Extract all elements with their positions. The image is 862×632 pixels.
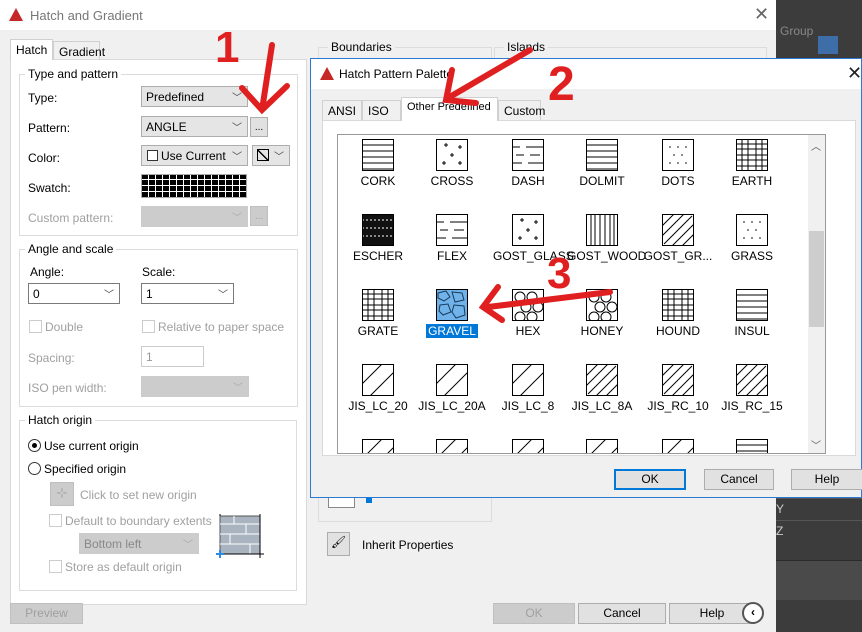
annotation-step-1: 1 — [215, 23, 239, 72]
annotation-step-3: 3 — [547, 249, 571, 298]
annotation-arrow-2 — [442, 47, 533, 106]
annotation-step-2: 2 — [548, 58, 575, 111]
annotation-arrow-1 — [239, 42, 290, 115]
annotation-overlay: 1 2 3 — [215, 23, 613, 323]
